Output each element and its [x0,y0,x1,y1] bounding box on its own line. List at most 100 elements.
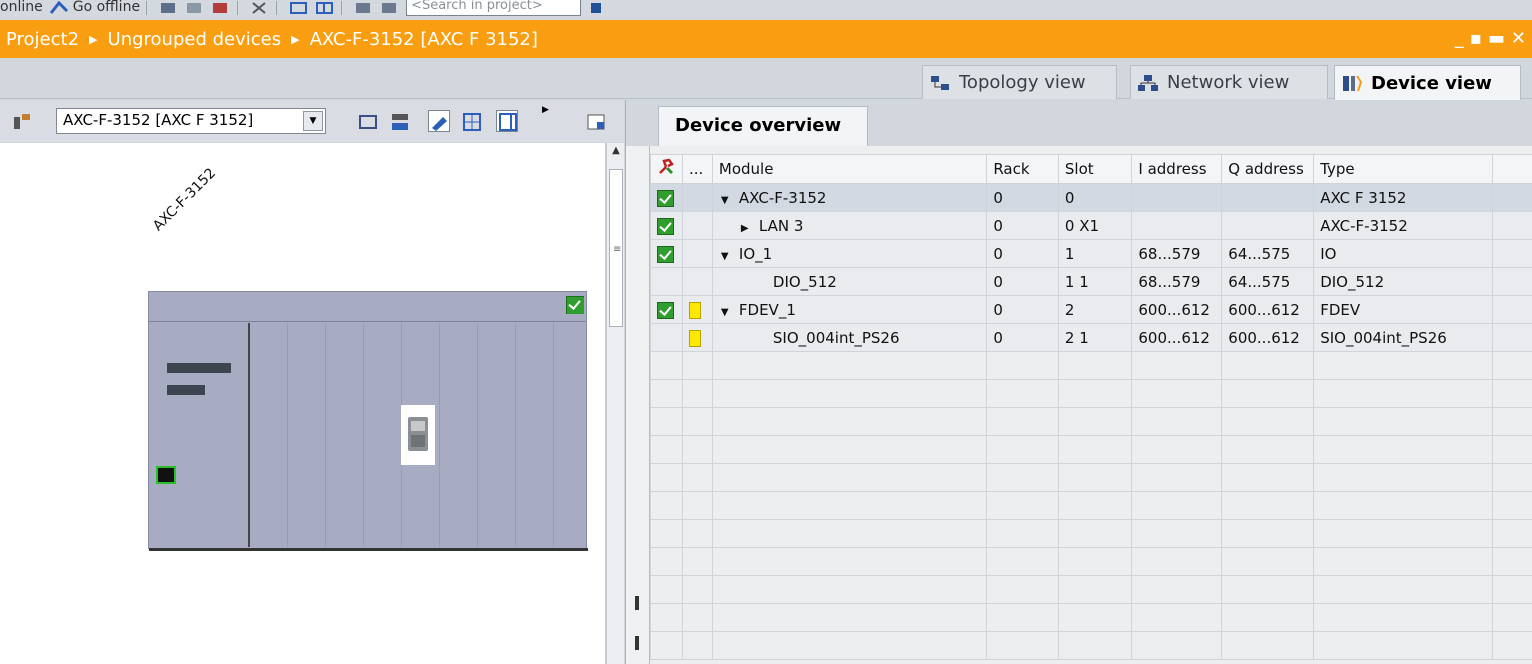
empty-cell[interactable] [711,351,988,380]
column-header-diagnostics[interactable] [650,154,683,184]
row-type-cell[interactable]: IO [1313,239,1494,268]
empty-table-row[interactable] [650,547,1532,576]
table-row[interactable]: DIO_512 0 1 1 68...579 64...575 DIO_512 [650,267,1532,296]
table-row[interactable]: SIO_004int_PS26 0 2 1 600...612 600...612 SIO… [650,323,1532,352]
empty-cell[interactable] [1492,547,1532,576]
empty-cell[interactable] [681,547,713,576]
search-icon[interactable] [587,1,607,15]
empty-cell[interactable] [1313,379,1494,408]
empty-cell[interactable] [681,379,713,408]
empty-cell[interactable] [1313,491,1494,520]
empty-cell[interactable] [986,575,1059,604]
empty-cell[interactable] [681,631,713,660]
split-vertical-icon[interactable] [315,1,335,15]
empty-cell[interactable] [986,407,1059,436]
empty-cell[interactable] [711,603,988,632]
empty-cell[interactable] [650,575,683,604]
row-module-cell[interactable]: ▼ FDEV_1 [711,295,988,324]
column-header-rack[interactable]: Rack [986,154,1059,184]
row-q-address-cell[interactable] [1221,211,1315,240]
empty-cell[interactable] [1057,575,1133,604]
empty-cell[interactable] [1057,603,1133,632]
empty-cell[interactable] [986,603,1059,632]
row-type-cell[interactable]: SIO_004int_PS26 [1313,323,1494,352]
column-header-module[interactable]: Module [711,154,988,184]
tab-device-overview[interactable]: Device overview [658,106,868,146]
table-row[interactable]: ▼ FDEV_1 0 2 600...612 600...612 FDEV [650,295,1532,324]
row-slot-cell[interactable]: 0 [1057,183,1133,212]
empty-cell[interactable] [1313,435,1494,464]
empty-cell[interactable] [681,575,713,604]
compare-icon[interactable] [354,1,374,15]
empty-cell[interactable] [986,491,1059,520]
empty-cell[interactable] [1057,631,1133,660]
empty-cell[interactable] [1221,463,1315,492]
empty-cell[interactable] [1131,547,1223,576]
empty-cell[interactable] [711,407,988,436]
empty-cell[interactable] [1131,435,1223,464]
row-module-cell[interactable]: ▼ IO_1 [711,239,988,268]
empty-cell[interactable] [711,519,988,548]
minimize-icon[interactable]: _ [1455,28,1464,49]
empty-cell[interactable] [650,463,683,492]
empty-cell[interactable] [1221,435,1315,464]
empty-table-row[interactable] [650,631,1532,660]
split-horizontal-icon[interactable] [289,1,309,15]
row-i-address-cell[interactable]: 68...579 [1131,267,1223,296]
breadcrumb-item-device[interactable]: AXC-F-3152 [AXC F 3152] [310,29,538,50]
empty-cell[interactable] [1313,603,1494,632]
accessible-devices-icon[interactable] [159,1,179,15]
empty-table-row[interactable] [650,491,1532,520]
expander-icon[interactable]: ▶ [741,223,751,234]
empty-cell[interactable] [1131,351,1223,380]
empty-cell[interactable] [1131,631,1223,660]
row-q-address-cell[interactable]: 64...575 [1221,239,1315,268]
row-i-address-cell[interactable] [1131,211,1223,240]
tab-network-view[interactable]: Network view [1130,65,1328,99]
go-offline-button[interactable]: Go offline [73,0,140,15]
empty-cell[interactable] [1313,519,1494,548]
cross-reference-icon[interactable] [250,1,270,15]
empty-table-row[interactable] [650,463,1532,492]
expander-icon[interactable]: ▼ [721,307,731,318]
canvas-vertical-scrollbar[interactable]: ▲ ≡ [606,143,624,664]
empty-cell[interactable] [1313,631,1494,660]
empty-cell[interactable] [681,463,713,492]
empty-cell[interactable] [1492,491,1532,520]
empty-cell[interactable] [1313,407,1494,436]
empty-cell[interactable] [650,491,683,520]
empty-table-row[interactable] [650,407,1532,436]
empty-cell[interactable] [986,463,1059,492]
close-compare-icon[interactable] [380,1,400,15]
empty-cell[interactable] [1313,463,1494,492]
scrollbar-thumb[interactable]: ≡ [609,169,623,327]
empty-cell[interactable] [1313,547,1494,576]
table-row[interactable]: ▼ IO_1 0 1 68...579 64...575 IO [650,239,1532,268]
empty-cell[interactable] [1131,463,1223,492]
empty-cell[interactable] [1492,603,1532,632]
empty-cell[interactable] [711,463,988,492]
empty-table-row[interactable] [650,575,1532,604]
show-module-names-icon[interactable] [388,110,410,132]
empty-cell[interactable] [1221,519,1315,548]
empty-cell[interactable] [650,407,683,436]
empty-table-row[interactable] [650,379,1532,408]
grid-icon[interactable] [460,110,482,132]
row-rack-cell[interactable]: 0 [986,183,1059,212]
row-slot-cell[interactable]: 1 1 [1057,267,1133,296]
empty-table-row[interactable] [650,351,1532,380]
close-icon[interactable]: ✕ [1511,28,1526,49]
row-q-address-cell[interactable]: 600...612 [1221,295,1315,324]
empty-cell[interactable] [1131,407,1223,436]
empty-cell[interactable] [1221,351,1315,380]
empty-cell[interactable] [1492,435,1532,464]
empty-cell[interactable] [711,491,988,520]
empty-cell[interactable] [1313,351,1494,380]
empty-cell[interactable] [1492,631,1532,660]
empty-cell[interactable] [1057,351,1133,380]
maximize-icon[interactable]: ▬ [1488,28,1505,49]
empty-cell[interactable] [681,491,713,520]
empty-cell[interactable] [681,351,713,380]
row-q-address-cell[interactable] [1221,183,1315,212]
empty-cell[interactable] [1221,491,1315,520]
